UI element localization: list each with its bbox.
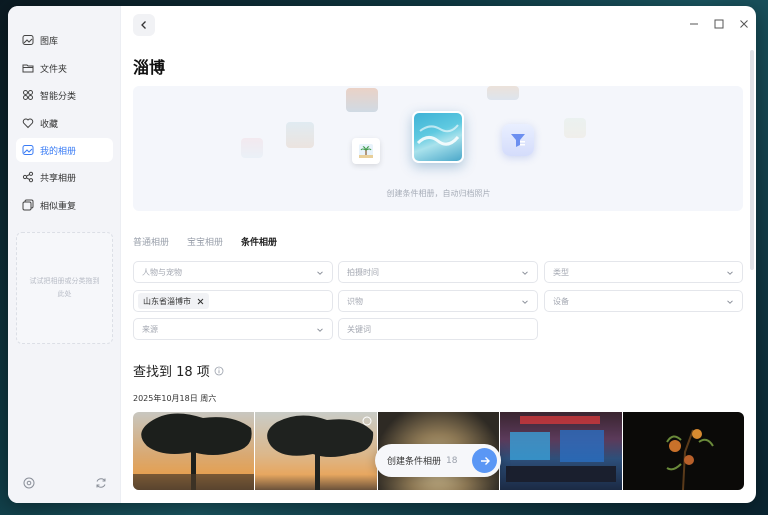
chevron-down-icon	[727, 300, 733, 304]
sidebar-item-label: 相似重复	[40, 201, 77, 212]
type-select[interactable]: 类型	[544, 261, 743, 283]
keyword-placeholder: 关键词	[347, 324, 371, 334]
sidebar-item-label: 收藏	[40, 119, 59, 130]
results-heading: 查找到 18 项	[133, 361, 224, 380]
drop-zone-hint: 试试把相册或分类拖到此处	[29, 277, 100, 298]
featured-photo-ocean	[412, 111, 464, 163]
sidebar: 图库 文件夹 智能分类 收藏 我的相册 共享相册 相似重复 试试把相册或分类拖到…	[8, 6, 121, 503]
drop-zone[interactable]: 试试把相册或分类拖到此处	[16, 232, 113, 344]
settings-icon[interactable]	[22, 476, 36, 490]
sidebar-item-label: 文件夹	[40, 64, 68, 75]
app-window: 图库 文件夹 智能分类 收藏 我的相册 共享相册 相似重复 试试把相册或分类拖到…	[8, 6, 756, 503]
tab-conditional-album[interactable]: 条件相册	[241, 235, 277, 248]
sidebar-item-label: 我的相册	[40, 146, 77, 157]
image-icon	[22, 35, 34, 45]
recognition-select[interactable]: 识物	[338, 290, 538, 312]
maximize-icon[interactable]	[713, 18, 725, 30]
sidebar-item-label: 图库	[40, 36, 59, 47]
floating-photo	[286, 122, 314, 148]
date-group-label: 2025年10月18日 周六	[133, 394, 217, 403]
photo-thumbnail[interactable]	[622, 412, 744, 490]
sidebar-item-folders[interactable]: 文件夹	[16, 56, 113, 80]
chevron-down-icon	[317, 271, 323, 275]
sidebar-item-my-albums[interactable]: 我的相册	[16, 138, 113, 162]
close-icon[interactable]	[738, 18, 750, 30]
chevron-down-icon	[522, 271, 528, 275]
chevron-down-icon	[727, 271, 733, 275]
tab-baby-album[interactable]: 宝宝相册	[187, 235, 223, 248]
confirm-create-button[interactable]	[472, 448, 497, 473]
folder-icon	[22, 64, 34, 73]
album-icon	[22, 145, 34, 155]
banner-caption: 创建条件相册，自动归档照片	[386, 189, 491, 198]
floating-photo	[564, 118, 586, 138]
create-album-count: 18	[446, 455, 458, 466]
source-select[interactable]: 来源	[133, 318, 333, 340]
sync-icon[interactable]	[94, 476, 108, 490]
sidebar-item-smart-categories[interactable]: 智能分类	[16, 83, 113, 107]
share-icon	[22, 171, 34, 183]
shoot-time-select[interactable]: 拍摄时间	[338, 261, 538, 283]
create-album-label: 创建条件相册	[387, 457, 442, 467]
photo-thumbnail[interactable]	[500, 412, 622, 490]
select-value: 类型	[553, 267, 569, 277]
sidebar-item-shared-albums[interactable]: 共享相册	[16, 165, 113, 189]
chevron-down-icon	[317, 328, 323, 332]
duplicate-icon	[22, 199, 34, 211]
floating-photo	[346, 88, 378, 112]
minimize-icon[interactable]	[688, 18, 700, 30]
sidebar-item-gallery[interactable]: 图库	[16, 28, 113, 52]
grid-icon	[23, 90, 33, 100]
info-icon[interactable]	[214, 366, 224, 376]
palm-tree-icon	[352, 138, 380, 164]
filter-icon	[502, 124, 534, 156]
device-select[interactable]: 设备	[544, 290, 743, 312]
sidebar-item-similar-duplicates[interactable]: 相似重复	[16, 193, 113, 217]
album-type-tabs: 普通相册 宝宝相册 条件相册	[133, 235, 277, 248]
remove-chip-icon[interactable]	[197, 298, 204, 305]
photo-thumbnail[interactable]	[255, 412, 377, 490]
page-title[interactable]: 淄博	[133, 54, 165, 78]
keyword-input[interactable]: 关键词	[338, 318, 538, 340]
location-chip: 山东省淄博市	[138, 293, 209, 309]
location-field[interactable]: 山东省淄博市	[133, 290, 333, 312]
people-pets-select[interactable]: 人物与宠物	[133, 261, 333, 283]
select-value: 设备	[553, 296, 569, 306]
main-content: 淄博 创建条件相册，自动归档照片 普通相册 宝宝相册 条件相册 人物与宠物 拍摄…	[121, 6, 756, 503]
scrollbar[interactable]	[750, 50, 754, 270]
sidebar-item-label: 共享相册	[40, 173, 77, 184]
results-count-label: 查找到 18 项	[133, 365, 210, 380]
chevron-down-icon	[522, 300, 528, 304]
chevron-left-icon	[141, 21, 146, 29]
select-value: 人物与宠物	[142, 267, 182, 277]
tab-normal-album[interactable]: 普通相册	[133, 235, 169, 248]
select-value: 来源	[142, 324, 158, 334]
photo-thumbnail[interactable]	[133, 412, 255, 490]
heart-icon	[22, 118, 34, 129]
back-button[interactable]	[133, 14, 155, 36]
floating-photo	[241, 138, 263, 158]
location-chip-label: 山东省淄博市	[143, 296, 191, 306]
select-value: 拍摄时间	[347, 267, 379, 277]
sidebar-item-label: 智能分类	[40, 91, 77, 102]
create-conditional-album-button[interactable]: 创建条件相册 18	[375, 444, 501, 477]
sidebar-item-favorites[interactable]: 收藏	[16, 111, 113, 135]
arrow-right-icon	[480, 456, 490, 465]
select-value: 识物	[347, 296, 363, 306]
floating-photo	[487, 86, 519, 100]
